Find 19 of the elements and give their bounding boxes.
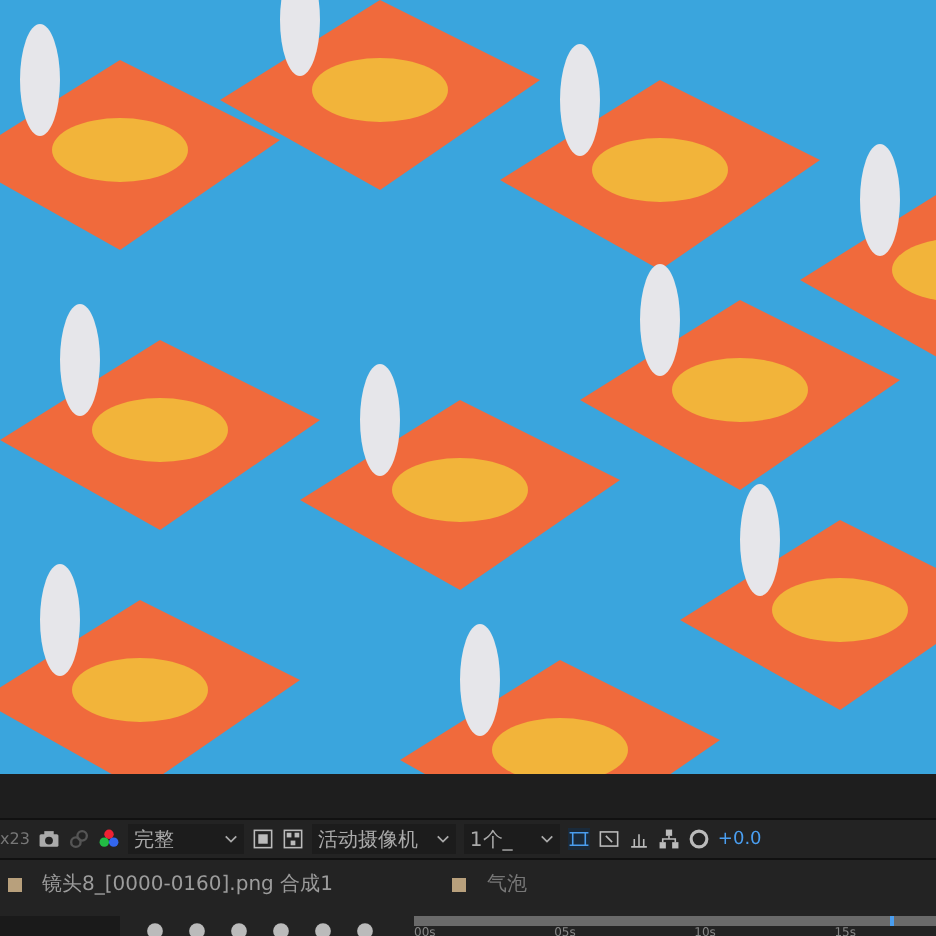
- zoom-readout: x23: [0, 830, 30, 848]
- frame-icon[interactable]: [567, 828, 590, 850]
- checkerboard-icon[interactable]: [281, 828, 304, 850]
- caret-icon: [435, 834, 450, 844]
- exposure-value[interactable]: +0.0: [717, 829, 762, 849]
- composition-tab[interactable]: 气泡: [452, 870, 527, 898]
- camera-icon[interactable]: [37, 828, 60, 850]
- chart-icon[interactable]: [627, 828, 650, 850]
- hierarchy-icon[interactable]: [657, 828, 680, 850]
- caret-icon: [223, 834, 238, 844]
- caret-icon: [539, 834, 554, 844]
- color-channels-icon[interactable]: [97, 828, 120, 850]
- region-icon[interactable]: [251, 828, 274, 850]
- camera-dropdown[interactable]: 活动摄像机: [311, 824, 456, 854]
- preview-icon[interactable]: [597, 828, 620, 850]
- composition-tab[interactable]: 镜头8_[0000-0160].png 合成1: [8, 870, 333, 898]
- resolution-dropdown[interactable]: 完整: [127, 824, 244, 854]
- views-dropdown[interactable]: 1个_: [463, 824, 560, 854]
- exposure-icon[interactable]: [687, 828, 710, 850]
